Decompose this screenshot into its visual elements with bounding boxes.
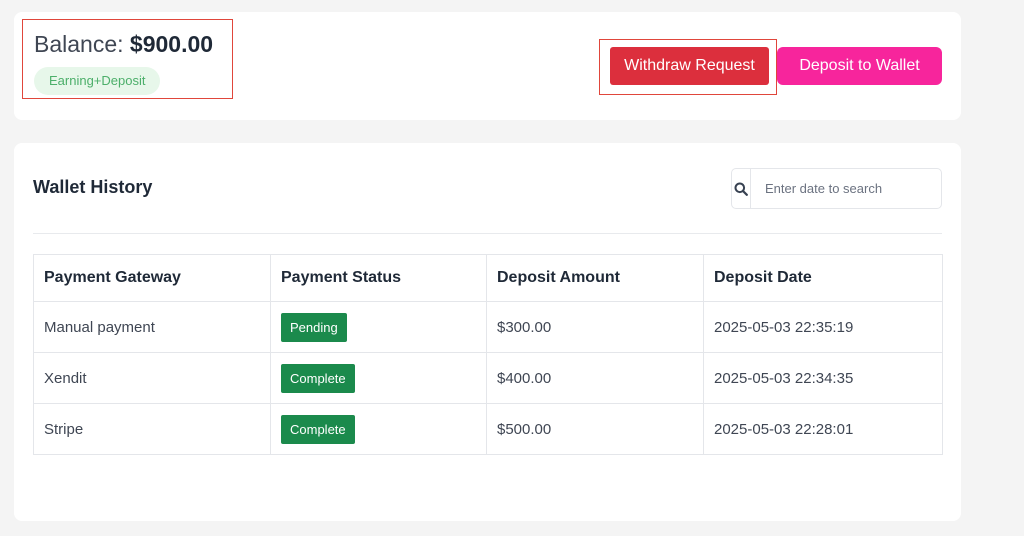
balance-type-badge: Earning+Deposit	[34, 67, 161, 95]
withdraw-request-button[interactable]: Withdraw Request	[610, 47, 769, 85]
date-cell: 2025-05-03 22:35:19	[703, 301, 943, 353]
date-cell: 2025-05-03 22:34:35	[703, 352, 943, 404]
section-divider	[33, 233, 942, 234]
table-header-row: Payment Gateway Payment Status Deposit A…	[33, 254, 943, 302]
balance-summary: Balance: $900.00 Earning+Deposit	[22, 19, 233, 99]
amount-cell: $400.00	[486, 352, 704, 404]
column-header-gateway: Payment Gateway	[33, 254, 271, 302]
status-badge: Complete	[281, 363, 355, 393]
status-cell: Pending	[270, 301, 487, 353]
date-search-input[interactable]	[751, 169, 941, 208]
status-badge: Complete	[281, 414, 355, 444]
wallet-history-title: Wallet History	[33, 177, 153, 197]
deposit-to-wallet-button[interactable]: Deposit to Wallet	[777, 47, 942, 85]
balance-card: Balance: $900.00 Earning+Deposit Withdra…	[14, 12, 961, 120]
status-cell: Complete	[270, 403, 487, 455]
table-row: Xendit Complete $400.00 2025-05-03 22:34…	[33, 352, 943, 404]
wallet-history-table: Payment Gateway Payment Status Deposit A…	[33, 254, 943, 455]
status-cell: Complete	[270, 352, 487, 404]
gateway-cell: Xendit	[33, 352, 271, 404]
column-header-amount: Deposit Amount	[486, 254, 704, 302]
gateway-cell: Stripe	[33, 403, 271, 455]
column-header-date: Deposit Date	[703, 254, 943, 302]
balance-line: Balance: $900.00	[34, 31, 232, 58]
date-cell: 2025-05-03 22:28:01	[703, 403, 943, 455]
status-badge: Pending	[281, 312, 347, 342]
balance-label: Balance:	[34, 31, 124, 57]
table-row: Manual payment Pending $300.00 2025-05-0…	[33, 301, 943, 353]
amount-cell: $300.00	[486, 301, 704, 353]
balance-amount: $900.00	[129, 31, 214, 57]
wallet-history-card: Wallet History Payment Gateway Payment S…	[14, 143, 961, 521]
gateway-cell: Manual payment	[33, 301, 271, 353]
amount-cell: $500.00	[486, 403, 704, 455]
table-row: Stripe Complete $500.00 2025-05-03 22:28…	[33, 403, 943, 455]
search-icon[interactable]	[732, 169, 751, 208]
column-header-status: Payment Status	[270, 254, 487, 302]
date-search	[731, 168, 942, 209]
